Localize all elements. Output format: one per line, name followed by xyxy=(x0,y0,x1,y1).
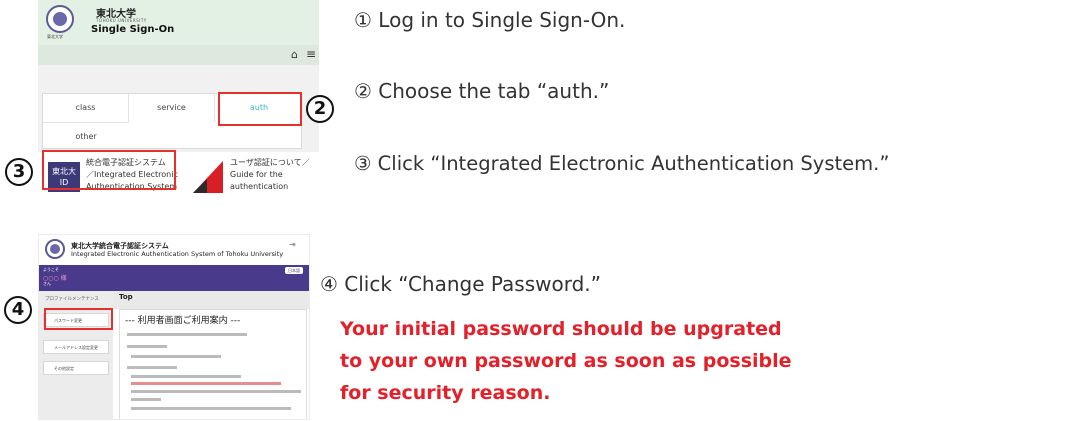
tile2-label-line1: ユーザ認証について／ xyxy=(230,158,310,167)
user-suffix: さん xyxy=(43,281,51,286)
instruction-step-2: ② Choose the tab “auth.” xyxy=(354,79,610,103)
tile2-label-line3: authentication xyxy=(230,182,289,191)
content-text-line-red xyxy=(131,382,281,385)
user-guide-icon[interactable] xyxy=(193,161,223,193)
content-text-line xyxy=(127,366,177,369)
step-marker-4: 4 xyxy=(4,296,32,324)
tab-class[interactable]: class xyxy=(43,94,129,122)
tile-user-auth-guide[interactable]: ユーザ認証について／ Guide for the authentication xyxy=(230,157,319,193)
security-warning-line2: to your own password as soon as possible xyxy=(340,350,792,372)
user-bar xyxy=(39,265,309,291)
home-icon[interactable]: ⌂ xyxy=(291,48,298,61)
language-button[interactable]: 日本語 xyxy=(285,267,303,274)
university-logo-icon xyxy=(46,5,74,33)
step-marker-3: 3 xyxy=(5,158,33,186)
instruction-step-1: ① Log in to Single Sign-On. xyxy=(354,8,626,32)
content-text-line xyxy=(127,333,247,336)
logo-caption: 東北大学 xyxy=(47,34,63,39)
step-marker-2: 2 xyxy=(306,95,334,123)
content-title: --- 利用者画面ご利用案内 --- xyxy=(125,316,241,326)
screenshot-auth-system: 東北大学統合電子認証システム Integrated Electronic Aut… xyxy=(38,234,310,420)
hamburger-menu-icon[interactable]: ≡ xyxy=(306,47,316,61)
instruction-step-4: ④ Click “Change Password.” xyxy=(320,272,602,296)
security-warning-line3: for security reason. xyxy=(340,382,551,404)
top-tab-bar xyxy=(113,291,309,309)
highlight-box-auth xyxy=(218,92,302,126)
system-title-en: Integrated Electronic Authentication Sys… xyxy=(71,250,284,258)
sidebar-heading: プロファイルメンテナンス xyxy=(45,297,99,302)
tile2-label-line2: Guide for the xyxy=(230,170,283,179)
university-logo-icon xyxy=(45,239,65,259)
sidebar-item-email-settings[interactable]: メールアドレス設定変更 xyxy=(43,340,109,354)
university-name-en: TOHOKU UNIVERSITY xyxy=(96,18,147,23)
content-text-line xyxy=(131,375,241,378)
content-text-line xyxy=(131,355,221,358)
instruction-step-3: ③ Click “Integrated Electronic Authentic… xyxy=(354,152,890,175)
highlight-box-change-password xyxy=(44,308,113,330)
sso-title: Single Sign-On xyxy=(91,24,175,35)
tab-top[interactable]: Top xyxy=(119,293,133,301)
sso-header xyxy=(38,0,319,45)
sidebar-item-other-settings[interactable]: その他設定 xyxy=(43,361,109,375)
content-text-line xyxy=(131,398,161,401)
content-text-line xyxy=(127,345,167,348)
content-text-line xyxy=(131,390,301,393)
tab-service[interactable]: service xyxy=(129,94,215,122)
screenshot-single-sign-on: 東北大学 東北大学 TOHOKU UNIVERSITY Single Sign-… xyxy=(38,0,319,198)
highlight-box-tile xyxy=(42,150,176,190)
security-warning-line1: Your initial password should be upgrated xyxy=(340,318,782,340)
content-text-line xyxy=(131,407,291,410)
sso-toolbar xyxy=(38,45,319,65)
tab-other[interactable]: other xyxy=(43,122,129,150)
logout-icon[interactable]: ⇥ xyxy=(289,240,296,249)
